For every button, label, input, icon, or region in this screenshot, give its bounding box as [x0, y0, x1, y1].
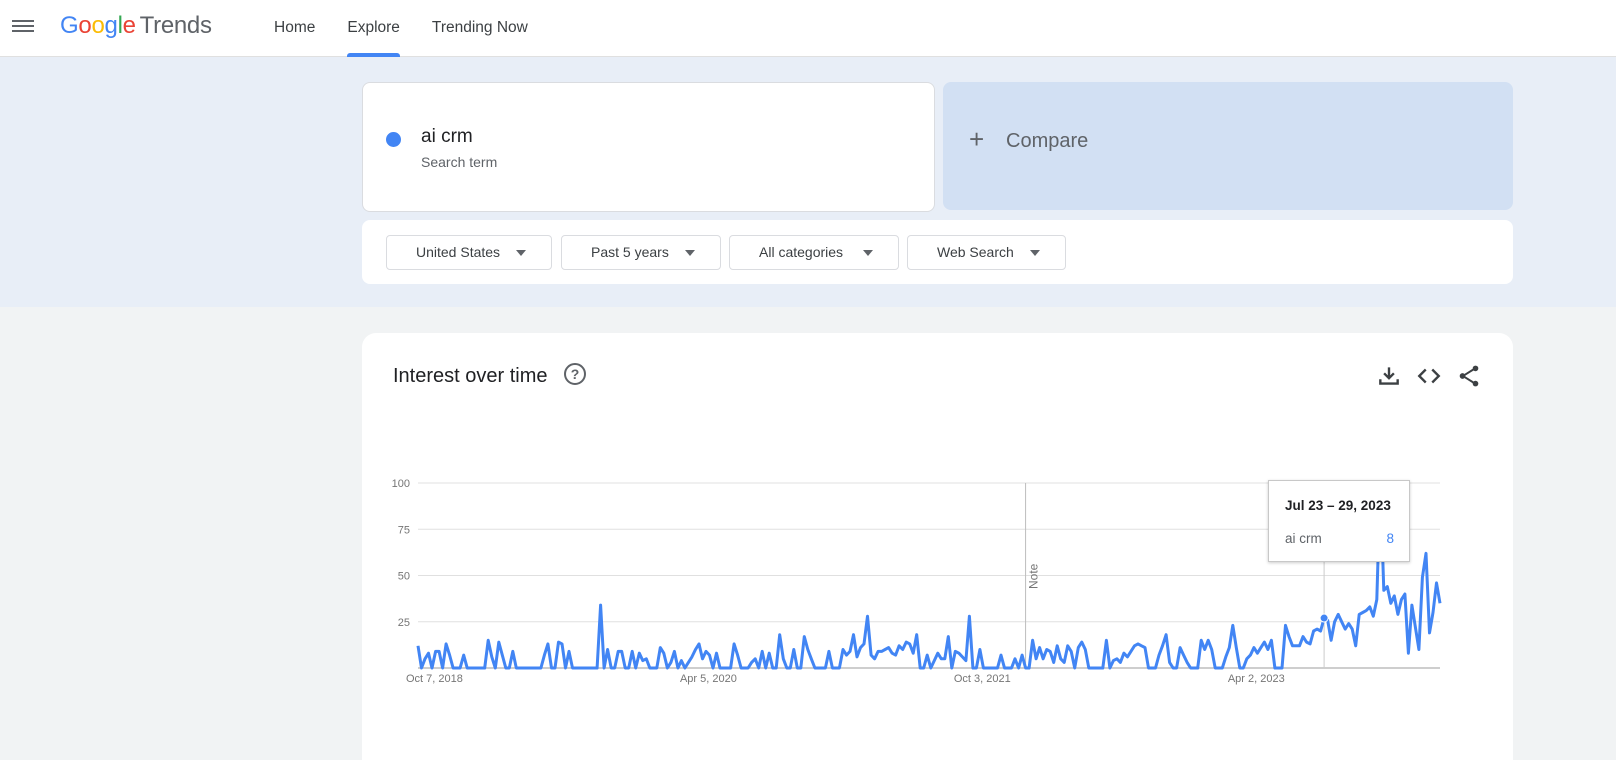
term-color-dot — [386, 132, 401, 147]
y-tick-label: 75 — [398, 524, 410, 536]
caret-down-icon — [863, 250, 873, 256]
logo-letter: g — [104, 12, 118, 39]
chart-tooltip: Jul 23 – 29, 2023 ai crm 8 — [1268, 480, 1410, 562]
tooltip-term: ai crm — [1285, 531, 1322, 546]
y-tick-label: 25 — [398, 617, 410, 629]
x-tick-label: Oct 3, 2021 — [954, 673, 1011, 685]
search-term-name[interactable]: ai crm — [421, 126, 473, 148]
search-type-dropdown[interactable]: Web Search — [907, 235, 1066, 270]
y-tick-label: 100 — [392, 478, 410, 490]
logo-letter: e — [122, 12, 136, 39]
caret-down-icon — [516, 250, 526, 256]
tooltip-value: 8 — [1386, 531, 1394, 546]
time-range-value: Past 5 years — [591, 244, 669, 260]
hamburger-menu-icon[interactable] — [12, 17, 34, 39]
y-tick-label: 50 — [398, 571, 410, 583]
filter-bar: United States Past 5 years All categorie… — [362, 220, 1513, 284]
search-term-card[interactable]: ai crm Search term — [362, 82, 935, 212]
x-tick-label: Oct 7, 2018 — [406, 673, 463, 685]
region-value: United States — [416, 244, 501, 260]
x-tick-label: Apr 2, 2023 — [1228, 673, 1285, 685]
logo-trends-text: Trends — [139, 12, 212, 39]
caret-down-icon — [685, 250, 695, 256]
category-dropdown[interactable]: All categories — [729, 235, 899, 270]
search-type-value: Web Search — [937, 244, 1014, 260]
logo-letter: o — [78, 12, 92, 39]
logo-letter: o — [91, 12, 105, 39]
nav-explore[interactable]: Explore — [331, 0, 416, 57]
search-term-type: Search term — [421, 154, 498, 170]
interest-over-time-card: Interest over time ? 25 50 75 100 Oct 7, 201… — [362, 333, 1513, 760]
compare-label: Compare — [1006, 130, 1089, 152]
tooltip-date: Jul 23 – 29, 2023 — [1285, 498, 1391, 513]
compare-button[interactable]: + Compare — [943, 82, 1513, 210]
category-value: All categories — [759, 244, 844, 260]
note-annotation: Note — [1027, 563, 1041, 589]
region-dropdown[interactable]: United States — [386, 235, 552, 270]
top-bar: Google Trends Home Explore Trending Now — [0, 0, 1616, 57]
time-range-dropdown[interactable]: Past 5 years — [561, 235, 721, 270]
caret-down-icon — [1030, 250, 1040, 256]
hover-point — [1319, 613, 1329, 623]
main-nav: Home Explore Trending Now — [258, 0, 544, 57]
nav-trending-now[interactable]: Trending Now — [416, 0, 544, 57]
google-trends-logo[interactable]: Google Trends — [60, 12, 212, 40]
x-tick-label: Apr 5, 2020 — [680, 673, 737, 685]
logo-letter: G — [60, 12, 79, 39]
nav-home[interactable]: Home — [258, 0, 331, 57]
plus-icon: + — [969, 124, 985, 154]
